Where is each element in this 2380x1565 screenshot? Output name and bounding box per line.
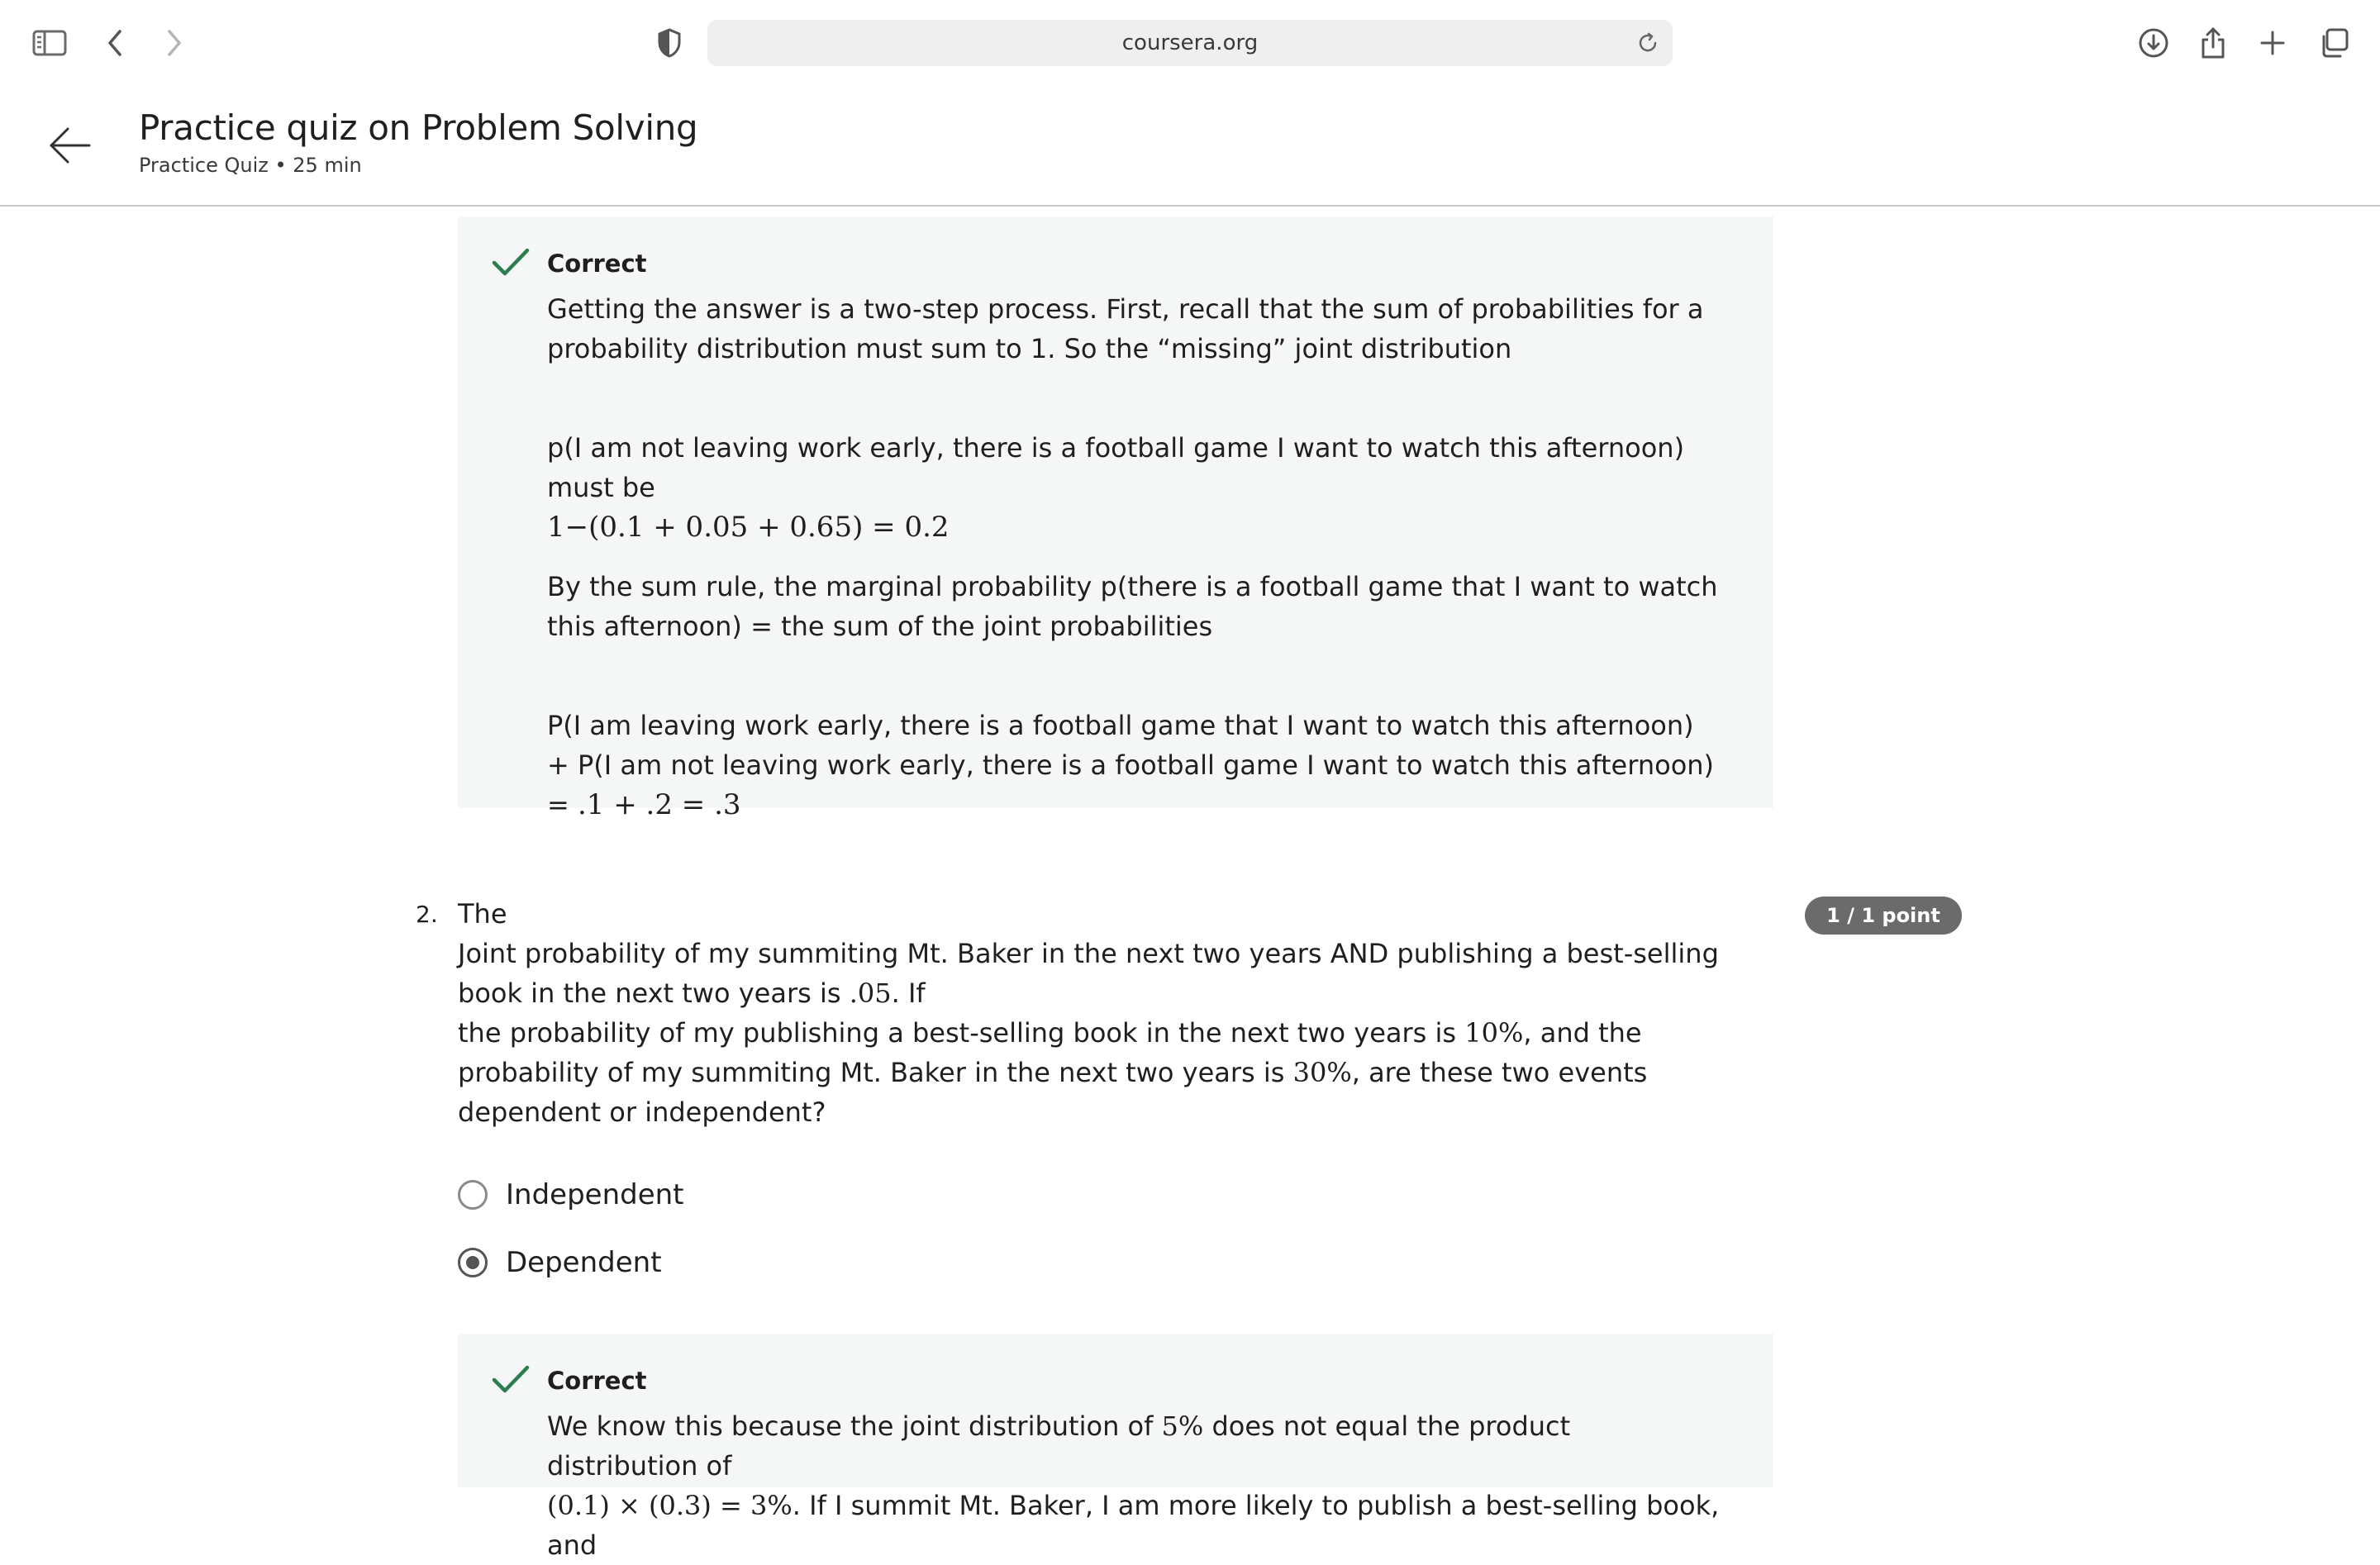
question-number: 2. xyxy=(416,901,438,928)
question-line: The xyxy=(458,898,507,930)
page-subtitle: Practice Quiz • 25 min xyxy=(139,154,362,177)
question-text: The Joint probability of my summiting Mt… xyxy=(458,894,1780,1132)
feedback-text: We know this because the joint distribut… xyxy=(547,1410,1154,1442)
question-line: Joint probability of my summiting Mt. Ba… xyxy=(458,938,1719,1009)
feedback-text: p(I am not leaving work early, there is … xyxy=(547,432,1685,503)
feedback-box-q2: Correct We know this because the joint d… xyxy=(458,1334,1773,1561)
radio-button[interactable] xyxy=(458,1180,488,1210)
feedback-paragraph: By the sum rule, the marginal probabilit… xyxy=(547,571,1718,642)
feedback-status: Correct xyxy=(547,250,647,278)
feedback-math: 1−(0.1 + 0.05 + 0.65) = 0.2 xyxy=(547,511,950,544)
question-line: the probability of my publishing a best-… xyxy=(458,1017,1457,1049)
feedback-status: Correct xyxy=(547,1367,647,1395)
feedback-math: .1 + .2 = .3 xyxy=(577,788,741,821)
forward-chevron-icon[interactable] xyxy=(150,20,197,66)
question-math: 30% xyxy=(1292,1057,1352,1088)
points-badge: 1 / 1 point xyxy=(1805,897,1962,935)
feedback-paragraph: We know this because the joint distribut… xyxy=(547,1406,1721,1565)
option-label: Independent xyxy=(506,1178,684,1211)
question-line: . If xyxy=(891,978,926,1009)
sidebar-icon[interactable] xyxy=(26,20,73,66)
option-independent[interactable]: Independent xyxy=(458,1177,684,1213)
share-icon[interactable] xyxy=(2190,20,2236,66)
feedback-box-q1: Correct Getting the answer is a two-step… xyxy=(458,216,1773,821)
feedback-paragraph: p(I am not leaving work early, there is … xyxy=(547,428,1721,547)
quiz-header: Practice quiz on Problem Solving Practic… xyxy=(0,83,2380,207)
feedback-math: (0.1) × (0.3) = 3% xyxy=(547,1490,793,1521)
back-chevron-icon[interactable] xyxy=(93,20,139,66)
reload-icon[interactable] xyxy=(1636,31,1659,55)
privacy-shield-icon[interactable] xyxy=(646,20,693,66)
option-dependent[interactable]: Dependent xyxy=(458,1244,662,1281)
browser-toolbar: coursera.org xyxy=(0,0,2380,83)
check-icon xyxy=(491,1363,531,1396)
question-math: .05 xyxy=(849,978,892,1009)
check-icon xyxy=(491,246,531,279)
download-icon[interactable] xyxy=(2130,20,2177,66)
question-math: 10% xyxy=(1464,1017,1524,1049)
new-tab-plus-icon[interactable] xyxy=(2249,20,2296,66)
address-bar[interactable]: coursera.org xyxy=(707,20,1673,66)
feedback-paragraph: Getting the answer is a two-step process… xyxy=(547,293,1704,364)
back-arrow-icon[interactable] xyxy=(46,122,93,169)
radio-button-selected[interactable] xyxy=(458,1248,488,1277)
option-label: Dependent xyxy=(506,1246,662,1279)
page-title: Practice quiz on Problem Solving xyxy=(139,107,698,148)
url-text: coursera.org xyxy=(1121,31,1259,55)
feedback-math: 5% xyxy=(1161,1410,1204,1442)
tabs-overview-icon[interactable] xyxy=(2311,20,2357,66)
feedback-paragraph: P(I am leaving work early, there is a fo… xyxy=(547,706,1721,825)
